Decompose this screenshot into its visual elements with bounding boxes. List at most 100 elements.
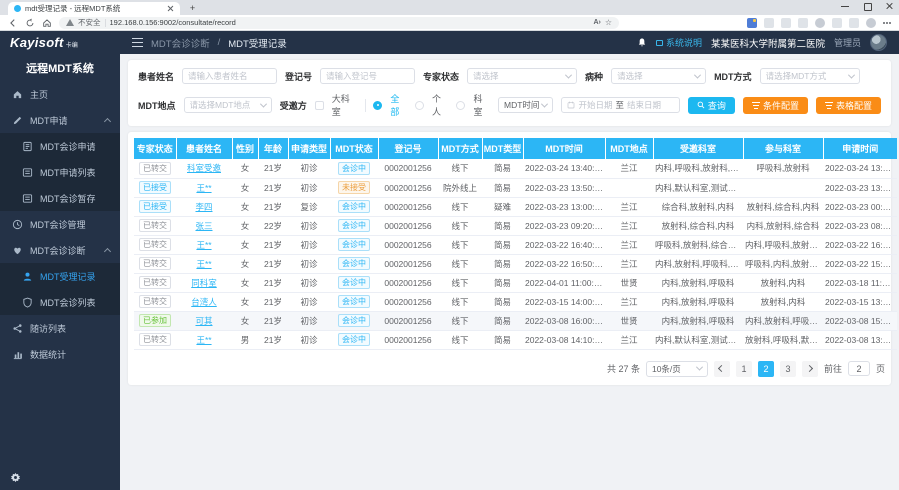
sidebar-item-followup[interactable]: 随访列表 [0, 315, 120, 341]
user-avatar[interactable] [870, 34, 887, 51]
new-tab-button[interactable]: + [188, 4, 197, 13]
big-dept-checkbox[interactable] [315, 101, 324, 110]
sidebar-item-label: MDT会诊暂存 [40, 192, 96, 205]
notification-bell-icon[interactable] [637, 37, 647, 48]
expert-status-tag: 已接受 [139, 200, 171, 213]
column-header: MDT时间 [523, 138, 605, 159]
logo-row: Kayisoft 卡编 [0, 31, 120, 53]
media-icon[interactable] [798, 18, 808, 28]
cell-name: 可其 [176, 311, 232, 330]
cell-mdt-time: 2022-03-08 16:00:00 [523, 311, 605, 330]
column-header: MDT状态 [330, 138, 378, 159]
split-screen-icon[interactable] [832, 18, 842, 28]
patient-name-link[interactable]: 李四 [195, 202, 212, 212]
reg-no-input[interactable] [320, 68, 415, 84]
time-type-select[interactable]: MDT时间 [498, 97, 553, 113]
back-icon[interactable] [8, 18, 18, 28]
end-date-placeholder: 结束日期 [627, 99, 661, 111]
url-text[interactable]: 192.168.0.156:9002/consultate/record [110, 18, 590, 27]
expert-status-tag: 已转交 [139, 219, 171, 232]
cell-mdt-type: 简易 [482, 273, 523, 292]
sync-icon[interactable] [815, 18, 825, 28]
patient-name-link[interactable]: 科室受邀 [187, 163, 221, 173]
table-config-button[interactable]: 表格配置 [816, 97, 881, 114]
mdt-location-select[interactable]: 请选择MDT地点 [184, 97, 272, 113]
next-page-button[interactable] [802, 361, 818, 377]
cell-mdt-way: 线下 [438, 330, 482, 349]
favorite-star-icon[interactable]: ☆ [605, 18, 612, 27]
breadcrumb-parent[interactable]: MDT会诊诊断 [151, 36, 210, 50]
sidebar-item-mdt-consult-list[interactable]: MDT会诊列表 [0, 289, 120, 315]
radio-personal[interactable] [415, 101, 424, 110]
condition-config-button[interactable]: 条件配置 [743, 97, 808, 114]
cell-mdt-type: 简易 [482, 292, 523, 311]
sidebar-item-label: MDT受理记录 [40, 270, 96, 283]
page-button-1[interactable]: 1 [736, 361, 752, 377]
patient-name-input[interactable] [182, 68, 277, 84]
collapse-menu-icon[interactable] [132, 38, 143, 47]
radio-dept[interactable] [456, 101, 465, 110]
shopping-icon[interactable] [849, 18, 859, 28]
browser-menu-icon[interactable] [883, 22, 891, 24]
filter-row-1: 患者姓名 登记号 专家状态 请选择 病种 请选择 MDT方式 请选择MDT方式 [138, 68, 881, 84]
tab-close-icon[interactable] [167, 5, 174, 12]
expert-status-tag: 已接受 [139, 181, 171, 194]
radio-personal-label: 个人 [432, 92, 449, 118]
sidebar-item-mdt-record[interactable]: MDT受理记录 [0, 263, 120, 289]
mdt-way-select[interactable]: 请选择MDT方式 [760, 68, 860, 84]
content-area: 患者姓名 登记号 专家状态 请选择 病种 请选择 MDT方式 请选择MDT方式 … [120, 54, 899, 490]
sidebar-item-stats[interactable]: 数据统计 [0, 341, 120, 367]
sidebar-item-mdt-consult-draft[interactable]: MDT会诊暂存 [0, 185, 120, 211]
patient-name-link[interactable]: 同科室 [191, 278, 217, 288]
prev-page-button[interactable] [714, 361, 730, 377]
cell-mdt-way: 线下 [438, 197, 482, 216]
calendar-icon [567, 101, 575, 109]
patient-name-link[interactable]: 张三 [195, 221, 212, 231]
disease-select[interactable]: 请选择 [611, 68, 706, 84]
minimize-icon[interactable] [841, 2, 849, 10]
refresh-icon[interactable] [25, 18, 35, 28]
collections-icon[interactable] [764, 18, 774, 28]
browser-profile-avatar[interactable] [866, 18, 876, 28]
radio-all[interactable] [373, 101, 382, 110]
patient-name-link[interactable]: 王** [196, 259, 211, 269]
restore-icon[interactable] [863, 2, 871, 10]
system-help-link[interactable]: 系统说明 [656, 36, 702, 49]
patient-name-link[interactable]: 可其 [195, 316, 212, 326]
sidebar-item-home[interactable]: 主页 [0, 81, 120, 107]
cell-name: 王** [176, 178, 232, 197]
sidebar-item-mdt-manage[interactable]: MDT会诊管理 [0, 211, 120, 237]
cell-expert-status: 已转交 [134, 273, 176, 292]
address-bar[interactable]: 不安全 192.168.0.156:9002/consultate/record… [59, 17, 619, 29]
close-icon[interactable] [885, 2, 893, 10]
screenshot-icon[interactable] [781, 18, 791, 28]
sidebar-item-mdt-diagnose[interactable]: MDT会诊诊断 [0, 237, 120, 263]
patient-name-link[interactable]: 台湾人 [191, 297, 217, 307]
extension-icon[interactable] [747, 18, 757, 28]
patient-name-link[interactable]: 王** [196, 183, 211, 193]
page-button-2[interactable]: 2 [758, 361, 774, 377]
search-button[interactable]: 查询 [688, 97, 735, 114]
settings-gear-icon[interactable] [10, 472, 21, 483]
goto-page-input[interactable] [848, 361, 870, 376]
patient-name-link[interactable]: 王** [196, 240, 211, 250]
sidebar-item-mdt-apply-list[interactable]: MDT申请列表 [0, 159, 120, 185]
patient-name-link[interactable]: 王** [196, 335, 211, 345]
table-row: 已转交科室受邀女21岁初诊会诊中0002001256线下简易2022-03-24… [134, 159, 897, 178]
cell-invited-depts: 内科,默认科室,测试科室 [653, 330, 743, 349]
sidebar-item-mdt-apply[interactable]: MDT申请 [0, 107, 120, 133]
date-range-picker[interactable]: 开始日期 至 结束日期 [561, 97, 679, 113]
sidebar-item-mdt-consult-apply[interactable]: MDT会诊申请 [0, 133, 120, 159]
home-nav-icon[interactable] [42, 18, 52, 28]
cell-reg-no: 0002001256 [378, 159, 438, 178]
cell-mdt-time: 2022-03-22 16:50:00 [523, 254, 605, 273]
cell-apply-type: 初诊 [288, 159, 330, 178]
browser-tab[interactable]: mdt受理记录 - 远程MDT系统 [8, 2, 180, 15]
cell-invited-depts: 内科,放射科,呼吸科 [653, 311, 743, 330]
expert-status-select[interactable]: 请选择 [467, 68, 577, 84]
read-aloud-icon[interactable]: A› [593, 19, 600, 26]
breadcrumb-separator: / [218, 37, 221, 48]
page-size-select[interactable]: 10条/页 [646, 361, 708, 377]
page-button-3[interactable]: 3 [780, 361, 796, 377]
cell-mdt-location: 兰江 [605, 254, 653, 273]
